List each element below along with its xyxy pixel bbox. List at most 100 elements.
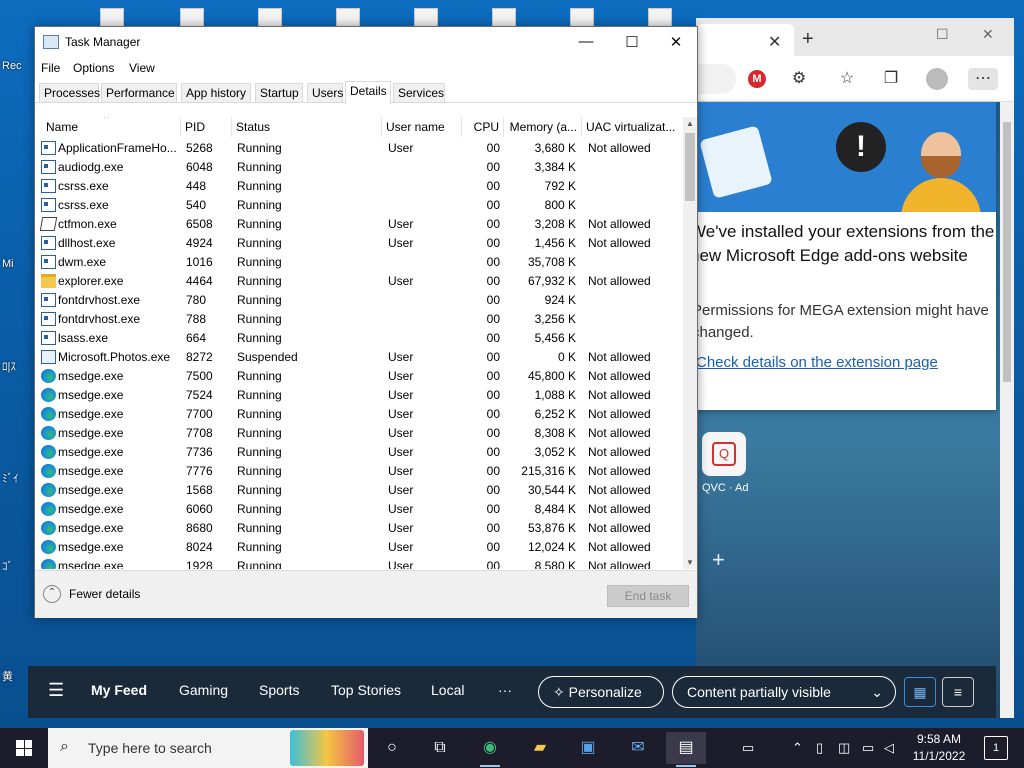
- table-row[interactable]: ctfmon.exe 6508 Running User 00 3,208 K Not al…: [36, 215, 682, 234]
- desktop-icon-label[interactable]: ｺﾞ: [2, 558, 13, 574]
- table-row[interactable]: ApplicationFrameHo... 5268 Running User 00 3,…: [36, 139, 682, 158]
- qvc-tile[interactable]: Q: [702, 432, 746, 476]
- tab-details[interactable]: Details: [345, 81, 391, 104]
- volume-icon[interactable]: ◁: [884, 728, 894, 768]
- close-tab-icon[interactable]: ✕: [768, 32, 781, 52]
- title-bar[interactable]: Task Manager — ☐ ✕: [35, 27, 697, 57]
- desktop-icon-label[interactable]: Mi: [2, 258, 14, 270]
- table-row[interactable]: msedge.exe 8024 Running User 00 12,024 K Not a…: [36, 538, 682, 557]
- column-header-pid[interactable]: PID: [181, 117, 232, 137]
- table-row[interactable]: msedge.exe 7776 Running User 00 215,316 K Not …: [36, 462, 682, 481]
- tab-services[interactable]: Services: [393, 83, 445, 103]
- content-visibility-select[interactable]: Content partially visible ⌄: [672, 676, 896, 708]
- new-tab-button[interactable]: +: [802, 28, 814, 51]
- notification-center-icon[interactable]: 1: [984, 736, 1008, 760]
- check-details-link[interactable]: Check details on the extension page: [696, 354, 938, 371]
- list-layout-icon[interactable]: ≡: [942, 677, 974, 707]
- scroll-down-icon[interactable]: ▼: [683, 558, 697, 567]
- add-site-icon[interactable]: +: [712, 547, 725, 573]
- table-row[interactable]: msedge.exe 7736 Running User 00 3,052 K Not al…: [36, 443, 682, 462]
- close-icon[interactable]: ✕: [653, 33, 699, 51]
- menu-options[interactable]: Options: [73, 61, 114, 75]
- scrollbar-thumb[interactable]: [685, 133, 695, 201]
- taskbar-search-box[interactable]: ⌕ Type here to search: [48, 728, 368, 768]
- desktop-icon-label[interactable]: Rec: [2, 60, 22, 72]
- cortana-icon[interactable]: ○: [372, 732, 412, 764]
- address-bar[interactable]: [696, 64, 736, 94]
- table-row[interactable]: fontdrvhost.exe 788 Running 00 3,256 K: [36, 310, 682, 329]
- personalize-button[interactable]: ✧ Personalize: [538, 676, 664, 708]
- table-row[interactable]: msedge.exe 8680 Running User 00 53,876 K Not a…: [36, 519, 682, 538]
- menu-view[interactable]: View: [129, 61, 155, 75]
- column-header-name[interactable]: ^ Name: [36, 117, 181, 137]
- table-row[interactable]: dwm.exe 1016 Running 00 35,708 K: [36, 253, 682, 272]
- feed-tab-sports[interactable]: Sports: [259, 682, 299, 698]
- maximize-icon[interactable]: ☐: [936, 26, 949, 43]
- hamburger-menu-icon[interactable]: ☰: [48, 680, 64, 701]
- edge-taskbar-icon[interactable]: ◉: [470, 732, 510, 767]
- tab-app-history[interactable]: App history: [181, 83, 251, 103]
- battery-icon[interactable]: ▯: [816, 728, 823, 768]
- table-row[interactable]: msedge.exe 1928 Running User 00 8,580 K Not al…: [36, 557, 682, 569]
- tab-processes[interactable]: Processes: [39, 83, 100, 103]
- minimize-icon[interactable]: —: [563, 33, 609, 50]
- fewer-details-button[interactable]: Fewer details: [69, 587, 140, 601]
- chevron-up-icon[interactable]: ⌃: [43, 585, 61, 603]
- input-indicator-icon[interactable]: ▭: [742, 728, 754, 768]
- tab-users[interactable]: Users: [307, 83, 343, 103]
- scroll-up-icon[interactable]: ▲: [683, 119, 697, 128]
- table-row[interactable]: dllhost.exe 4924 Running User 00 1,456 K Not a…: [36, 234, 682, 253]
- feed-more-button[interactable]: ···: [498, 682, 512, 698]
- collections-icon[interactable]: ❐: [880, 68, 902, 90]
- tab-performance[interactable]: Performance: [101, 83, 177, 103]
- table-row[interactable]: msedge.exe 7524 Running User 00 1,088 K Not al…: [36, 386, 682, 405]
- tab-startup[interactable]: Startup: [255, 83, 303, 103]
- desktop-icon-label[interactable]: ﾐﾞｲ: [2, 470, 19, 486]
- extensions-icon[interactable]: ⚙: [788, 68, 810, 90]
- column-header-status[interactable]: Status: [232, 117, 382, 137]
- table-row[interactable]: lsass.exe 664 Running 00 5,456 K: [36, 329, 682, 348]
- table-row[interactable]: csrss.exe 540 Running 00 800 K: [36, 196, 682, 215]
- feed-tab-local[interactable]: Local: [431, 682, 464, 698]
- task-view-icon[interactable]: ⧉: [420, 732, 460, 764]
- column-header-uac[interactable]: UAC virtualizat...: [582, 117, 682, 137]
- settings-more-icon[interactable]: ⋯: [968, 68, 998, 90]
- task-manager-taskbar-icon[interactable]: ▤: [666, 732, 706, 767]
- meet-now-icon[interactable]: ◫: [838, 728, 850, 768]
- network-icon[interactable]: ▭: [862, 728, 874, 768]
- start-button[interactable]: [0, 728, 48, 768]
- mail-icon[interactable]: ✉: [618, 732, 658, 764]
- column-header-cpu[interactable]: CPU: [462, 117, 504, 137]
- microsoft-store-icon[interactable]: ▣: [568, 732, 608, 764]
- column-header-memory[interactable]: Memory (a...: [504, 117, 582, 137]
- table-row[interactable]: audiodg.exe 6048 Running 00 3,384 K: [36, 158, 682, 177]
- table-row[interactable]: csrss.exe 448 Running 00 792 K: [36, 177, 682, 196]
- desktop-icon-label[interactable]: 黄: [2, 668, 13, 684]
- edge-scrollbar[interactable]: [1000, 102, 1014, 718]
- search-highlight-image[interactable]: [290, 730, 364, 766]
- table-row[interactable]: Microsoft.Photos.exe 8272 Suspended User 00 0…: [36, 348, 682, 367]
- edge-tab[interactable]: ✕: [696, 24, 794, 56]
- grid-layout-icon[interactable]: ▦: [904, 677, 936, 707]
- table-row[interactable]: msedge.exe 6060 Running User 00 8,484 K Not al…: [36, 500, 682, 519]
- feed-tab-my-feed[interactable]: My Feed: [91, 682, 147, 698]
- table-row[interactable]: explorer.exe 4464 Running User 00 67,932 K Not…: [36, 272, 682, 291]
- table-row[interactable]: msedge.exe 7708 Running User 00 8,308 K Not al…: [36, 424, 682, 443]
- file-explorer-icon[interactable]: ▰: [520, 732, 560, 764]
- menu-file[interactable]: File: [41, 61, 60, 75]
- column-header-user-name[interactable]: User name: [382, 117, 462, 137]
- end-task-button[interactable]: End task: [607, 585, 689, 607]
- table-row[interactable]: fontdrvhost.exe 780 Running 00 924 K: [36, 291, 682, 310]
- profile-avatar-icon[interactable]: [926, 68, 948, 90]
- clock[interactable]: 9:58 AM 11/1/2022: [900, 731, 978, 765]
- close-icon[interactable]: ✕: [982, 26, 994, 43]
- feed-tab-gaming[interactable]: Gaming: [179, 682, 228, 698]
- table-scrollbar[interactable]: ▲ ▼: [683, 117, 697, 569]
- show-hidden-icons-icon[interactable]: ⌃: [792, 728, 803, 768]
- table-row[interactable]: msedge.exe 1568 Running User 00 30,544 K Not a…: [36, 481, 682, 500]
- mega-extension-icon[interactable]: M: [748, 70, 766, 88]
- maximize-icon[interactable]: ☐: [609, 33, 655, 51]
- desktop-icon-label[interactable]: ﾛ|ｽ: [2, 358, 16, 374]
- favorites-star-icon[interactable]: ☆: [836, 68, 858, 90]
- feed-tab-top-stories[interactable]: Top Stories: [331, 682, 401, 698]
